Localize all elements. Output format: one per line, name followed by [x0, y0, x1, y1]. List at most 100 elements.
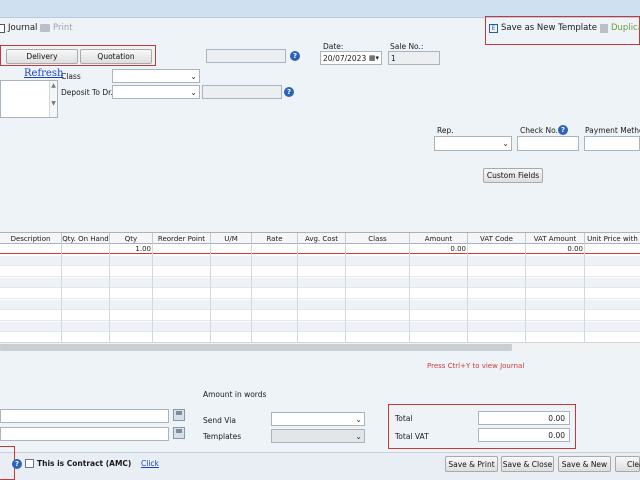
column-header[interactable]: Qty	[110, 233, 153, 244]
journal-icon	[0, 23, 5, 33]
horizontal-scrollbar[interactable]	[0, 342, 640, 351]
grid-divider	[345, 244, 346, 342]
check-no-input[interactable]	[517, 136, 579, 151]
total-vat-label: Total VAT	[395, 432, 429, 441]
chevron-down-icon: ⌄	[190, 71, 197, 81]
total-value: 0.00	[548, 413, 565, 423]
table-row[interactable]	[0, 267, 640, 277]
column-header[interactable]: Rate	[252, 233, 298, 244]
table-row[interactable]	[0, 289, 640, 299]
sale-no-label: Sale No.:	[390, 42, 424, 51]
duplicate-label: Duplicat	[611, 23, 640, 33]
duplicate-button[interactable]: Duplicat	[600, 23, 640, 33]
chevron-down-icon: ⌄	[190, 87, 197, 97]
total-vat-value: 0.00	[548, 430, 565, 440]
payment-method-select[interactable]	[584, 136, 640, 151]
column-header[interactable]: VAT Amount	[526, 233, 585, 244]
row-qty[interactable]: 1.00	[110, 245, 151, 253]
help-icon[interactable]: ?	[12, 459, 22, 469]
grid-divider	[152, 244, 153, 342]
total-vat-value-field: 0.00	[478, 428, 570, 442]
custom-fields-label: Custom Fields	[486, 171, 540, 180]
chevron-down-icon: ⌄	[502, 139, 509, 148]
date-input[interactable]: 20/07/2023 ▦▾	[320, 51, 382, 65]
send-via-select[interactable]: ⌄	[271, 412, 365, 426]
save-template-label: Save as New Template	[501, 23, 597, 33]
click-link[interactable]: Click	[141, 459, 159, 468]
delivery-button-label: Delivery	[26, 52, 58, 61]
table-row[interactable]	[0, 256, 640, 266]
column-header[interactable]: Reorder Point	[153, 233, 211, 244]
reference-field	[206, 49, 286, 63]
amount-in-words-label: Amount in words	[203, 390, 267, 399]
grid-header: Description Qty. On Hand Qty Reorder Poi…	[0, 232, 640, 244]
sale-no-input[interactable]: 1	[388, 51, 440, 65]
chevron-down-icon: ⌄	[355, 431, 362, 441]
save-icon[interactable]	[173, 409, 185, 421]
memo-input[interactable]	[0, 409, 169, 423]
clear-label: Clea	[627, 459, 640, 469]
address-scrollbar[interactable]: ▲ ▼	[49, 81, 57, 117]
column-header[interactable]: VAT Code	[468, 233, 526, 244]
table-row[interactable]	[0, 322, 640, 332]
row-vat-amount[interactable]: 0.00	[526, 245, 583, 253]
column-header[interactable]: Class	[346, 233, 410, 244]
duplicate-icon	[600, 23, 608, 33]
grid-divider	[251, 244, 252, 342]
address-textarea[interactable]: ▲ ▼	[0, 80, 58, 118]
quotation-button[interactable]: Quotation	[80, 49, 152, 64]
class-select[interactable]: ⌄	[112, 69, 200, 83]
table-row[interactable]	[0, 311, 640, 321]
column-header[interactable]: Avg. Cost	[298, 233, 346, 244]
save-close-button[interactable]: Save & Close	[501, 456, 554, 472]
help-icon[interactable]: ?	[284, 87, 294, 97]
table-row[interactable]	[0, 278, 640, 288]
column-header[interactable]: U/M	[211, 233, 252, 244]
total-label: Total	[395, 414, 413, 423]
total-value-field: 0.00	[478, 411, 570, 425]
scrollbar-thumb[interactable]	[0, 344, 512, 351]
refresh-link[interactable]: Refresh	[24, 68, 63, 79]
sale-no-value: 1	[391, 53, 396, 63]
column-header[interactable]: Unit Price with	[585, 233, 640, 244]
save-icon[interactable]	[173, 427, 185, 439]
contract-checkbox[interactable]	[25, 459, 34, 468]
grid-divider	[467, 244, 468, 342]
row-amount[interactable]: 0.00	[410, 245, 466, 253]
check-no-label: Check No.	[520, 126, 558, 135]
customer-message-input[interactable]	[0, 427, 169, 441]
deposit-select[interactable]: ⌄	[112, 85, 200, 99]
help-icon[interactable]: ?	[290, 51, 300, 61]
chevron-down-icon: ⌄	[355, 414, 362, 424]
templates-select[interactable]: ⌄	[271, 429, 365, 443]
calendar-icon[interactable]: ▦▾	[369, 54, 379, 62]
delivery-button[interactable]: Delivery	[6, 49, 78, 64]
help-icon[interactable]: ?	[558, 125, 568, 135]
print-button[interactable]: Print	[40, 23, 73, 33]
column-header[interactable]: Amount	[410, 233, 468, 244]
save-new-label: Save & New	[561, 459, 608, 469]
rep-select[interactable]: ⌄	[434, 136, 512, 151]
column-header[interactable]: Description	[0, 233, 62, 244]
class-label: Class	[61, 72, 81, 81]
custom-fields-button[interactable]: Custom Fields	[483, 168, 543, 183]
save-as-template-button[interactable]: E Save as New Template	[489, 23, 597, 33]
grid-divider	[297, 244, 298, 342]
send-via-label: Send Via	[203, 416, 236, 425]
date-value: 20/07/2023	[323, 53, 367, 63]
rep-label: Rep.	[437, 126, 454, 135]
save-close-label: Save & Close	[502, 459, 553, 469]
template-icon: E	[489, 23, 498, 33]
item-grid[interactable]: 1.00 0.00 0.00	[0, 244, 640, 343]
clear-button[interactable]: Clea	[615, 456, 640, 472]
grid-divider	[210, 244, 211, 342]
save-print-button[interactable]: Save & Print	[445, 456, 498, 472]
save-new-button[interactable]: Save & New	[558, 456, 611, 472]
grid-divider	[525, 244, 526, 342]
grid-divider	[61, 244, 62, 342]
printer-icon	[40, 24, 50, 32]
print-label: Print	[53, 23, 73, 33]
journal-button[interactable]: Journal	[0, 23, 37, 33]
column-header[interactable]: Qty. On Hand	[62, 233, 110, 244]
table-row[interactable]	[0, 300, 640, 310]
